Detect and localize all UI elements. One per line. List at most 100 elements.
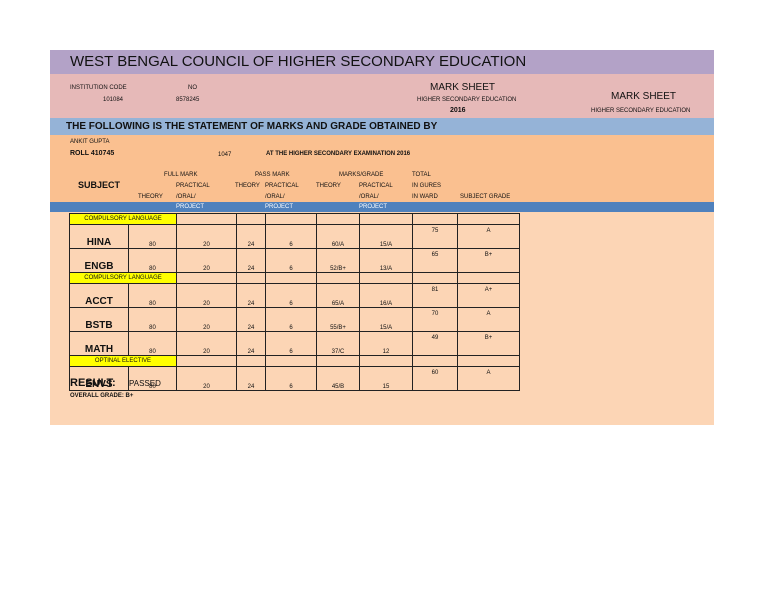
empty-cell xyxy=(412,213,458,225)
year: 2016 xyxy=(450,107,466,114)
header-mg-theory: THEORY xyxy=(316,183,341,189)
student-band xyxy=(50,135,714,202)
empty-cell xyxy=(316,272,360,284)
marksheet-title: MARK SHEET xyxy=(430,82,496,93)
header-fm-project: PROJECT xyxy=(176,204,205,210)
roll-number: ROLL 410745 xyxy=(70,150,115,157)
header-marks-grade: MARKS/GRADE xyxy=(339,172,384,178)
statement-text: THE FOLLOWING IS THE STATEMENT OF MARKS … xyxy=(66,121,438,132)
cell-mg-pr: 15/A xyxy=(359,307,413,332)
empty-cell xyxy=(457,272,520,284)
cell-mg-th: 60/A xyxy=(316,224,360,249)
header-pm-practical: PRACTICAL xyxy=(265,183,299,189)
cell-subject: BSTB xyxy=(69,307,129,332)
cell-fm-pr: 20 xyxy=(176,248,237,273)
cell-total: 81 xyxy=(412,283,458,308)
empty-cell xyxy=(359,272,413,284)
cell-mg-pr: 12 xyxy=(359,331,413,356)
institution-code: 101084 xyxy=(103,97,124,103)
marksheet-title-right: MARK SHEET xyxy=(611,91,677,102)
header-fm-theory: THEORY xyxy=(138,194,163,200)
empty-cell xyxy=(176,213,237,225)
table-row: BSTB 80 20 24 6 55/B+ 15/A 70 A xyxy=(69,307,520,332)
institution-code-label: INSTITUTION CODE xyxy=(70,85,127,91)
no-label: NO xyxy=(188,85,197,91)
empty-cell xyxy=(176,272,237,284)
code: 1047 xyxy=(218,152,232,158)
cell-fm-th: 80 xyxy=(128,224,177,249)
cell-mg-th: 52/B+ xyxy=(316,248,360,273)
empty-cell xyxy=(265,213,317,225)
cell-total: 65 xyxy=(412,248,458,273)
empty-cell xyxy=(236,355,266,367)
cell-pm-th: 24 xyxy=(236,331,266,356)
cell-fm-pr: 20 xyxy=(176,307,237,332)
page-title: WEST BENGAL COUNCIL OF HIGHER SECONDARY … xyxy=(70,53,527,70)
table-row: MATH 80 20 24 6 37/C 12 49 B+ xyxy=(69,331,520,356)
empty-cell xyxy=(316,213,360,225)
cell-subject: HINA xyxy=(69,224,129,249)
empty-cell xyxy=(236,213,266,225)
header-pm-theory: THEORY xyxy=(235,183,260,189)
cell-mg-th: 37/C xyxy=(316,331,360,356)
header-mg-oral: /ORAL/ xyxy=(359,194,379,200)
cell-fm-th: 80 xyxy=(128,307,177,332)
cell-grade: B+ xyxy=(457,248,520,273)
cell-pm-th: 24 xyxy=(236,248,266,273)
cell-fm-pr: 20 xyxy=(176,331,237,356)
cell-mg-pr: 15/A xyxy=(359,224,413,249)
cell-grade: A+ xyxy=(457,283,520,308)
cell-pm-th: 24 xyxy=(236,283,266,308)
header-fm-practical: PRACTICAL xyxy=(176,183,210,189)
cell-total: 70 xyxy=(412,307,458,332)
section-label: COMPULSORY LANGUAGE xyxy=(69,272,177,284)
empty-cell xyxy=(412,272,458,284)
cell-mg-th: 65/A xyxy=(316,283,360,308)
exam-name: AT THE HIGHER SECONDARY EXAMINATION 2016 xyxy=(266,151,411,157)
cell-total: 60 xyxy=(412,366,458,391)
empty-cell xyxy=(412,355,458,367)
marksheet-subtitle: HIGHER SECONDARY EDUCATION xyxy=(417,97,517,103)
cell-pm-pr: 6 xyxy=(265,366,317,391)
student-name: ANKIT GUPTA xyxy=(70,139,110,145)
cell-fm-th: 80 xyxy=(128,248,177,273)
cell-subject: ACCT xyxy=(69,283,129,308)
table-row: ACCT 80 20 24 6 65/A 16/A 81 A+ xyxy=(69,283,520,308)
header-mg-project: PROJECT xyxy=(359,204,388,210)
empty-cell xyxy=(316,355,360,367)
empty-cell xyxy=(176,355,237,367)
cell-mg-pr: 13/A xyxy=(359,248,413,273)
empty-cell xyxy=(457,213,520,225)
cell-grade: B+ xyxy=(457,331,520,356)
cell-subject: MATH xyxy=(69,331,129,356)
result-value: PASSED xyxy=(129,379,161,388)
empty-cell xyxy=(359,355,413,367)
header-fm-oral: /ORAL/ xyxy=(176,194,196,200)
cell-mg-pr: 16/A xyxy=(359,283,413,308)
cell-mg-th: 55/B+ xyxy=(316,307,360,332)
header-total: TOTAL xyxy=(412,172,431,178)
empty-cell xyxy=(457,355,520,367)
cell-grade: A xyxy=(457,366,520,391)
header-mg-practical: PRACTICAL xyxy=(359,183,393,189)
cell-total: 75 xyxy=(412,224,458,249)
header-subject: SUBJECT xyxy=(78,180,121,190)
header-pm-project: PROJECT xyxy=(265,204,294,210)
empty-cell xyxy=(265,355,317,367)
cell-subject: ENGB xyxy=(69,248,129,273)
empty-cell xyxy=(359,213,413,225)
header-subject-grade: SUBJECT GRADE xyxy=(460,194,511,200)
cell-mg-th: 45/B xyxy=(316,366,360,391)
section-row: COMPULSORY LANGUAGE xyxy=(69,272,520,284)
cell-fm-pr: 20 xyxy=(176,366,237,391)
header-in-ward: IN WARD xyxy=(412,194,438,200)
section-label: COMPULSORY LANGUAGE xyxy=(69,213,177,225)
cell-fm-pr: 20 xyxy=(176,224,237,249)
header-in-figures: IN GURES xyxy=(412,183,442,189)
overall-grade: OVERALL GRADE: B+ xyxy=(70,393,134,399)
cell-fm-pr: 20 xyxy=(176,283,237,308)
cell-pm-pr: 6 xyxy=(265,283,317,308)
section-row: OPTINAL ELECTIVE xyxy=(69,355,520,367)
cell-fm-th: 80 xyxy=(128,331,177,356)
empty-cell xyxy=(236,272,266,284)
